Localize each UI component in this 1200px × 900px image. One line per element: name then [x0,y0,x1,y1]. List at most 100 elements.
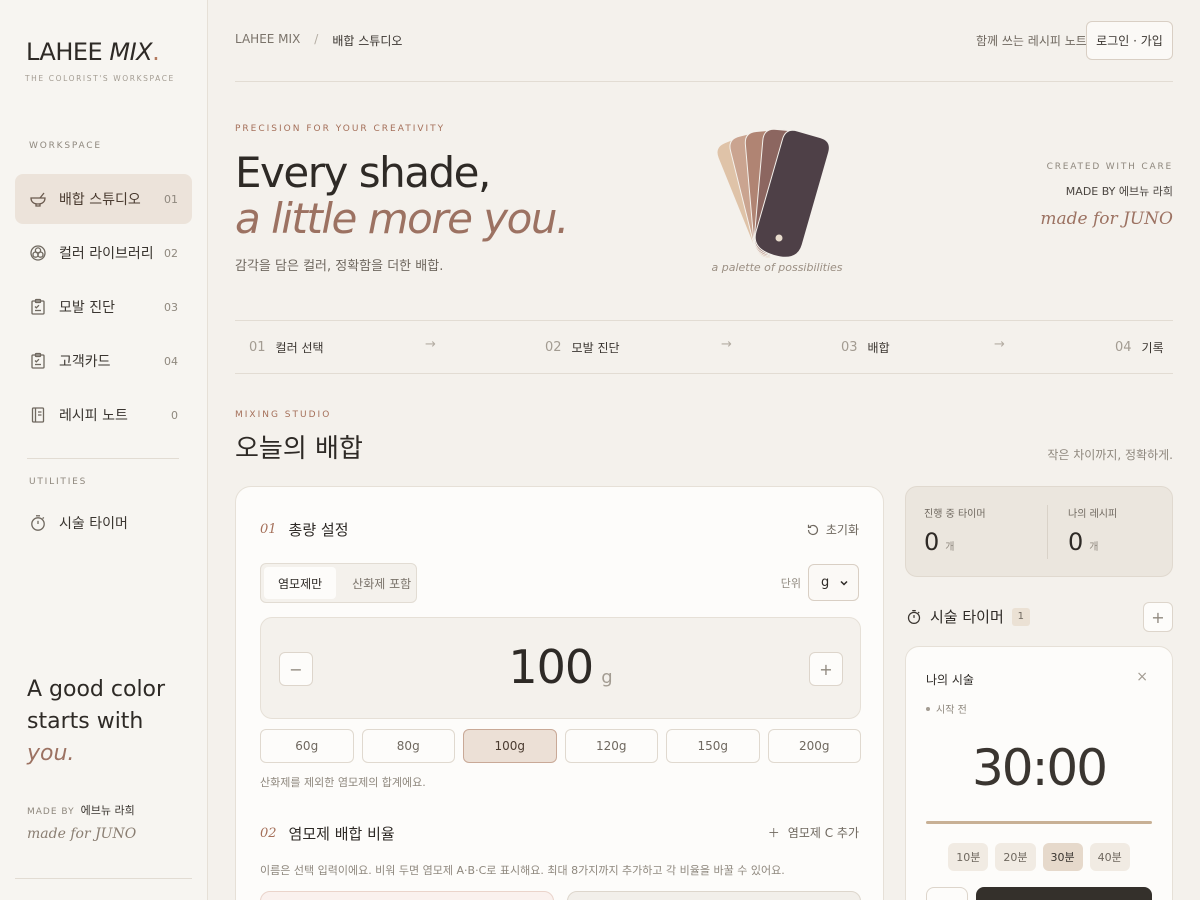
stat-value: 0 [1068,528,1084,556]
sidebar-item-num: 03 [164,300,178,314]
step-color-select[interactable]: 01 컬러 선택 [249,339,324,356]
studio-eyebrow: MIXING STUDIO [235,410,332,420]
breadcrumb-current: 배합 스튜디오 [332,34,403,48]
mode-dye-only[interactable]: 염모제만 [264,567,337,599]
hero-subtitle: 감각을 담은 컬러, 정확함을 더한 배합. [235,259,444,274]
stats-card: 진행 중 타이머 0개 나의 레시피 0개 [905,486,1173,577]
close-icon[interactable]: × [1136,669,1148,685]
add-timer-button[interactable]: + [1143,602,1173,632]
sidebar-item-mixing-studio[interactable]: 배합 스튜디오 01 [15,174,192,224]
header-note[interactable]: 함께 쓰는 레시피 노트 [976,32,1087,49]
stat-divider [1047,505,1048,559]
unit-select[interactable]: g [808,564,859,601]
timer-count-badge: 1 [1011,607,1030,626]
step-record[interactable]: 04 기록 [1115,339,1164,356]
timer-preset-20[interactable]: 20분 [995,843,1036,871]
dye-card-b[interactable] [567,891,861,900]
timer-preset-30[interactable]: 30분 [1042,843,1083,871]
reset-button[interactable]: 초기화 [806,521,859,538]
notebook-icon [29,406,47,424]
dye-card-a[interactable] [260,891,554,900]
step-num: 03 [841,340,858,355]
login-button[interactable]: 로그인 · 가입 [1086,21,1173,60]
stat-unit: 개 [1089,542,1099,553]
timer-display: 30:00 [971,739,1108,797]
stat-value: 0 [924,528,940,556]
step-num: 04 [1115,340,1132,355]
brand-name: LAHEE [26,38,103,66]
sidebar-item-procedure-timer[interactable]: 시술 타이머 [15,498,192,548]
hero-title-line1: Every shade, [235,148,491,197]
preset-200g[interactable]: 200g [767,729,861,763]
preset-150g[interactable]: 150g [666,729,760,763]
section-title: 염모제 배합 비율 [288,825,395,843]
step-label: 모발 진단 [571,341,620,355]
reset-icon [807,524,818,535]
color-swatch-fan-icon [716,128,830,259]
sidebar-item-label: 레시피 노트 [59,408,128,424]
step-hair-diagnosis[interactable]: 02 모발 진단 [545,339,620,356]
timer-reset-button[interactable] [926,887,968,900]
sidebar-item-hair-diagnosis[interactable]: 모발 진단 03 [15,282,192,332]
step-arrow-icon: → [425,337,436,352]
tagline-line2: starts with [27,709,144,734]
sidebar-item-num: 04 [164,354,178,368]
made-by: MADE BY 에브뉴 라희 [27,802,135,818]
hero-title: Every shade, a little more you. [235,148,569,242]
amount-number: 100 [508,640,594,694]
timer-presets: 10분 20분 30분 40분 [906,843,1172,871]
stat-label: 나의 레시피 [1068,509,1118,520]
workspace-label: WORKSPACE [29,141,102,151]
created-label: CREATED WITH CARE [1046,162,1173,172]
add-dye-button[interactable]: ＋ 염모제 C 추가 [768,824,859,841]
timer-status: 시작 전 [926,701,967,716]
step-arrow-icon: → [721,337,732,352]
timer-status-text: 시작 전 [936,705,967,716]
sidebar: LAHEE MIX. THE COLORIST'S WORKSPACE WORK… [0,0,208,900]
timer-title: 시술 타이머 [930,608,1004,626]
unit-value: g [821,575,830,590]
preset-60g[interactable]: 60g [260,729,354,763]
amount-unit: g [601,667,613,688]
mode-with-developer[interactable]: 산화제 포함 [338,567,425,599]
step-arrow-icon: → [994,337,1005,352]
chevron-down-icon [840,580,848,586]
add-dye-label: 염모제 C 추가 [787,826,859,840]
timer-start-button[interactable] [976,887,1152,900]
sidebar-item-label: 배합 스튜디오 [59,192,141,208]
sidebar-item-label: 모발 진단 [59,300,115,316]
timer-card: 나의 시술 × 시작 전 30:00 10분 20분 30분 40분 [905,646,1173,900]
amount-value: 100 g [261,640,860,694]
sidebar-divider [27,458,179,459]
step-label: 컬러 선택 [275,341,324,355]
swatch-pivot [775,234,783,242]
timer-name[interactable]: 나의 시술 [926,671,974,688]
hero-made-by: MADE BY 에브뉴 라희 [1065,185,1173,198]
sidebar-item-recipe-note[interactable]: 레시피 노트 0 [15,390,192,440]
sidebar-item-color-library[interactable]: 컬러 라이브러리 02 [15,228,192,278]
ratio-hint: 이름은 선택 입력이에요. 비워 두면 염모제 A·B·C로 표시해요. 최대 … [260,864,785,877]
timer-preset-10[interactable]: 10분 [948,843,989,871]
timer-progress [926,821,1152,824]
breadcrumb-root[interactable]: LAHEE MIX [235,32,300,49]
plus-icon: ＋ [767,826,780,840]
made-by-name: 에브뉴 라희 [80,804,135,817]
timer-preset-40[interactable]: 40분 [1089,843,1130,871]
brand-logo[interactable]: LAHEE MIX. [26,38,160,66]
breadcrumb: LAHEE MIX / 배합 스튜디오 [235,32,402,49]
amount-display: − 100 g + [260,617,861,719]
reset-label: 초기화 [825,523,859,537]
increase-button[interactable]: + [809,652,843,686]
timer-icon [907,609,921,624]
preset-80g[interactable]: 80g [361,729,455,763]
preset-120g[interactable]: 120g [564,729,658,763]
made-for: made for JUNO [27,826,137,842]
step-num: 01 [249,340,266,355]
step-label: 배합 [867,341,890,355]
step-mixing[interactable]: 03 배합 [841,339,890,356]
mode-toggle: 염모제만 산화제 포함 [260,563,417,603]
sidebar-item-customer-card[interactable]: 고객카드 04 [15,336,192,386]
preset-100g[interactable]: 100g [463,729,557,763]
sidebar-bottom-divider [15,878,192,879]
unit-label: 단위 [780,577,801,590]
